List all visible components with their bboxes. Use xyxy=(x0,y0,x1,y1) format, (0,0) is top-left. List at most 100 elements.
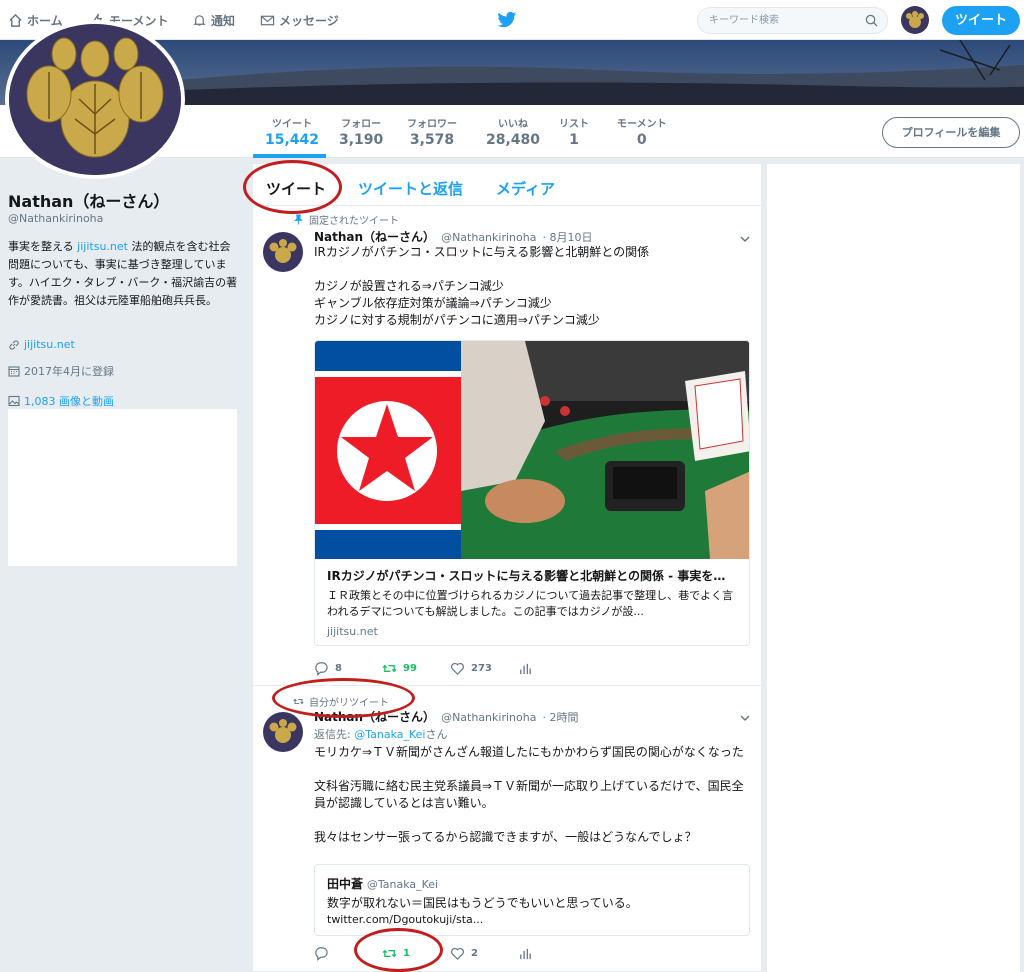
card-image xyxy=(315,341,749,559)
media-link[interactable]: 1,083 画像と動画 xyxy=(24,393,114,409)
tweet-avatar[interactable] xyxy=(263,712,303,752)
stat-tweets-label: ツイート xyxy=(272,119,313,130)
stat-likes[interactable]: いいね 28,480 xyxy=(486,115,540,148)
tweet-line: 文科省汚職に絡む民主党系議員⇒ＴＶ新聞が一応取り上げているだけで、国民全員が認識… xyxy=(314,779,744,810)
quote-tweet[interactable]: 田中蒼 @Tanaka_Kei 数字が取れない＝国民はもうどうでもいいと思ってい… xyxy=(314,864,750,936)
tab-tweets[interactable]: ツイート xyxy=(266,178,326,199)
tweet-time[interactable]: · 8月10日 xyxy=(542,229,592,245)
analytics-action[interactable] xyxy=(518,946,586,961)
website-link[interactable]: jijitsu.net xyxy=(24,338,75,351)
tweet-line: カジノに対する規制がパチンコに適用⇒パチンコ減少 xyxy=(314,313,600,327)
card-body: IRカジノがパチンコ・スロットに与える影響と北朝鮮との関係 - 事実を整... … xyxy=(315,559,749,638)
retweet-context-label: 自分がリツイート xyxy=(309,698,389,709)
stat-tweets[interactable]: ツイート 15,442 xyxy=(265,115,319,148)
nav-home[interactable]: ホーム xyxy=(8,12,63,29)
active-stat-underline xyxy=(253,154,326,158)
calendar-icon xyxy=(8,366,20,377)
analytics-action[interactable] xyxy=(518,661,586,676)
compose-tweet-button[interactable]: ツイート xyxy=(942,6,1020,35)
stat-likes-value: 28,480 xyxy=(486,132,541,148)
stat-likes-label: いいね xyxy=(498,119,529,130)
profile-media[interactable]: 1,083 画像と動画 xyxy=(8,393,114,409)
image-icon xyxy=(8,395,20,407)
retweet-context: 自分がリツイート xyxy=(293,694,389,709)
search-box[interactable] xyxy=(697,7,888,34)
retweet-icon xyxy=(293,698,304,705)
bell-icon xyxy=(193,15,206,26)
stat-following-value: 3,190 xyxy=(339,132,384,148)
stat-followers-label: フォロワー xyxy=(407,119,457,130)
profile-joined: 2017年4月に登録 xyxy=(8,363,114,379)
like-action[interactable]: 2 xyxy=(450,946,518,961)
tweet-text: モリカケ⇒ＴＶ新聞がさんざん報道したにもかかわらず国民の関心がなくなった 文科省… xyxy=(314,744,754,846)
twitter-bird-icon[interactable] xyxy=(497,11,517,29)
tweet-author-handle[interactable]: @Nathankirinoha xyxy=(441,231,536,244)
reply-to-handle[interactable]: @Tanaka_Kei xyxy=(354,728,425,741)
nav-notifications-label: 通知 xyxy=(211,14,236,28)
tweet-actions: 1 2 xyxy=(314,946,586,961)
stat-followers[interactable]: フォロワー 3,578 xyxy=(407,115,457,148)
timeline: ツイート ツイートと返信 メディア 固定されたツイート Nathan（ねーさん）… xyxy=(253,164,761,972)
stat-lists-value: 1 xyxy=(569,132,579,148)
analytics-icon xyxy=(520,948,531,960)
tweet-line: カジノが設置される⇒パチンコ減少 xyxy=(314,279,504,293)
tweet-line: IRカジノがパチンコ・スロットに与える影響と北朝鮮との関係 xyxy=(314,245,650,259)
quote-author-name: 田中蒼 xyxy=(327,877,364,891)
tab-media[interactable]: メディア xyxy=(496,178,555,199)
tab-tweets-and-replies[interactable]: ツイートと返信 xyxy=(358,178,463,199)
analytics-icon xyxy=(520,663,531,675)
tweet-avatar[interactable] xyxy=(263,232,303,272)
profile-avatar[interactable] xyxy=(5,20,185,179)
retweet-count: 99 xyxy=(403,663,417,674)
retweet-icon xyxy=(382,664,397,673)
edit-profile-button[interactable]: プロフィールを編集 xyxy=(882,117,1020,148)
link-card[interactable]: IRカジノがパチンコ・スロットに与える影響と北朝鮮との関係 - 事実を整... … xyxy=(314,340,750,646)
stat-lists[interactable]: リスト 1 xyxy=(559,115,589,148)
nav-avatar[interactable] xyxy=(901,6,929,34)
bio-text-pre: 事実を整える xyxy=(8,240,74,253)
stat-lists-label: リスト xyxy=(559,119,589,130)
timeline-tabs: ツイート ツイートと返信 メディア xyxy=(253,164,761,206)
envelope-icon xyxy=(260,15,275,26)
search-icon[interactable] xyxy=(865,14,878,27)
tweet-actions: 8 99 273 xyxy=(314,661,586,676)
nav-notifications[interactable]: 通知 xyxy=(192,12,235,29)
reply-icon xyxy=(315,662,328,676)
like-action[interactable]: 273 xyxy=(450,661,518,676)
tweet-pinned[interactable]: 固定されたツイート Nathan（ねーさん） @Nathankirinoha ·… xyxy=(253,206,761,686)
search-input[interactable] xyxy=(698,8,848,33)
retweet-action[interactable]: 1 xyxy=(382,946,450,961)
tweet-time[interactable]: · 2時間 xyxy=(542,709,578,725)
stat-followers-value: 3,578 xyxy=(409,132,455,148)
profile-handle: @Nathankirinoha xyxy=(8,212,104,225)
reply-to-label: 返信先: xyxy=(314,728,351,741)
bio-link[interactable]: jijitsu.net xyxy=(77,240,128,253)
pinned-context-label: 固定されたツイート xyxy=(309,216,399,227)
retweet-icon xyxy=(382,949,397,958)
top-nav: ホーム モーメント 通知 メッセージ ツイート xyxy=(0,0,1024,40)
profile-name: Nathan（ねーさん） xyxy=(8,192,170,211)
tweet-author-handle[interactable]: @Nathankirinoha xyxy=(441,711,536,724)
right-sidebar xyxy=(767,164,1020,972)
stat-following[interactable]: フォロー 3,190 xyxy=(339,115,383,148)
nav-messages[interactable]: メッセージ xyxy=(260,12,339,29)
home-icon xyxy=(9,13,22,27)
heart-icon xyxy=(451,947,464,960)
joined-text: 2017年4月に登録 xyxy=(24,365,114,378)
quote-link[interactable]: twitter.com/Dgoutokuji/sta... xyxy=(327,913,737,926)
chevron-down-icon[interactable] xyxy=(739,712,751,724)
card-domain: jijitsu.net xyxy=(327,625,378,638)
reply-to: 返信先: @Tanaka_Keiさん xyxy=(314,726,754,743)
tweet-author-name[interactable]: Nathan（ねーさん） xyxy=(314,708,435,725)
tweet-retweeted[interactable]: 自分がリツイート Nathan（ねーさん） @Nathankirinoha · … xyxy=(253,686,761,972)
reply-action[interactable] xyxy=(314,946,382,961)
retweet-action[interactable]: 99 xyxy=(382,661,450,676)
heart-icon xyxy=(451,662,464,675)
quote-header: 田中蒼 @Tanaka_Kei xyxy=(327,875,737,892)
tweet-author-name[interactable]: Nathan（ねーさん） xyxy=(314,228,435,245)
stat-moments-value: 0 xyxy=(636,132,647,148)
reply-action[interactable]: 8 xyxy=(314,661,382,676)
stat-moments[interactable]: モーメント 0 xyxy=(617,115,667,148)
